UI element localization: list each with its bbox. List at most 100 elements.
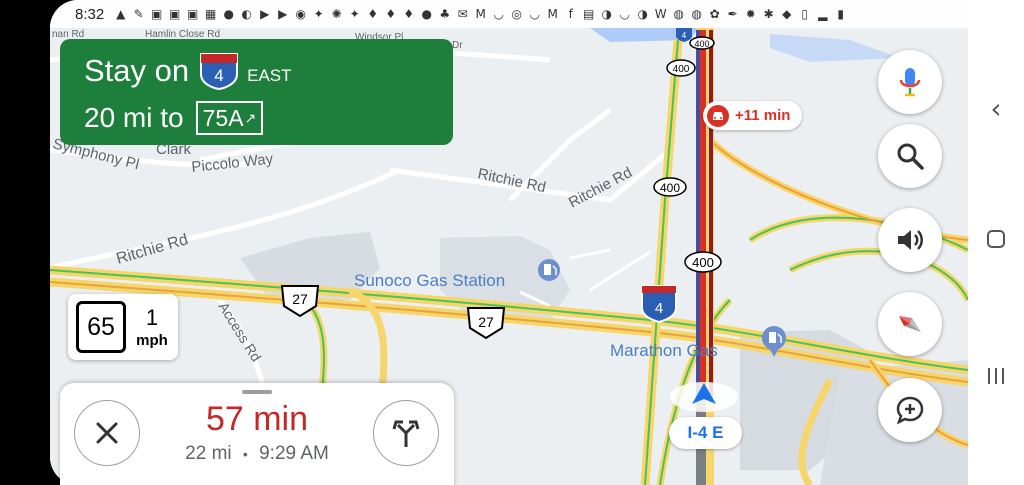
youtube-icon: ▶ bbox=[278, 7, 288, 21]
app-icon: ◉ bbox=[295, 7, 306, 21]
svg-text:400: 400 bbox=[692, 255, 714, 270]
current-speed: 1 bbox=[145, 305, 159, 330]
c-icon: ◐ bbox=[241, 7, 252, 21]
feather-icon: ✒ bbox=[727, 7, 738, 21]
add-report-icon bbox=[896, 396, 924, 425]
voice-search-button[interactable] bbox=[878, 50, 942, 114]
twitter-icon: ✦ bbox=[313, 7, 324, 21]
arrival-time: 9:29 AM bbox=[259, 443, 329, 464]
speed-indicator: 65 1 mph bbox=[68, 294, 178, 360]
vibrate-icon: ▯ bbox=[801, 7, 808, 21]
interstate-shield-icon: 4 bbox=[200, 53, 239, 90]
back-icon[interactable]: ‹ bbox=[968, 92, 1024, 125]
word-icon: ▣ bbox=[169, 7, 181, 21]
speed-limit-sign: 65 bbox=[76, 301, 126, 353]
sound-button[interactable] bbox=[878, 208, 942, 272]
smile-icon: ◡ bbox=[529, 7, 540, 21]
exit-navigation-button[interactable] bbox=[74, 400, 140, 466]
compass-button[interactable] bbox=[878, 292, 942, 356]
app-icon: ♣ bbox=[439, 7, 451, 21]
flame-icon: ♦ bbox=[403, 7, 415, 21]
word-icon: ▣ bbox=[187, 7, 199, 21]
svg-text:27: 27 bbox=[292, 291, 308, 307]
gmail-icon: M bbox=[547, 7, 558, 21]
chrome-icon: ◍ bbox=[673, 7, 684, 21]
flame-icon: ♦ bbox=[385, 7, 397, 21]
search-icon bbox=[897, 143, 924, 170]
car-icon bbox=[707, 104, 729, 127]
add-report-button[interactable] bbox=[878, 378, 942, 442]
app-icon: ◑ bbox=[601, 7, 612, 21]
exit-arrow-icon: ↗ bbox=[244, 110, 257, 126]
gmail-icon: M bbox=[475, 7, 486, 21]
word-icon: ▣ bbox=[151, 7, 163, 21]
mail-icon: ✉ bbox=[457, 7, 468, 21]
drag-handle[interactable] bbox=[242, 390, 272, 394]
poi-label: Sunoco Gas Station bbox=[354, 271, 505, 290]
trip-distance: 22 mi bbox=[185, 443, 232, 464]
brush-icon: ✎ bbox=[133, 7, 144, 21]
delay-text: +11 min bbox=[735, 107, 791, 124]
instagram-icon: ◎ bbox=[511, 7, 522, 21]
wordpress-icon: W bbox=[654, 7, 667, 21]
facebook-icon: f bbox=[568, 7, 573, 21]
search-button[interactable] bbox=[878, 124, 942, 188]
traffic-delay-badge[interactable]: +11 min bbox=[703, 101, 803, 130]
state-road-shield: 400 bbox=[653, 177, 687, 197]
youtube-icon: ▶ bbox=[260, 7, 270, 21]
pinterest-icon: ● bbox=[223, 7, 234, 21]
status-bar: 8:32 ▲ ✎ ▣ ▣ ▣ ▦ ● ◐ ▶ ▶ ◉ ✦ ✺ ✦ ♦ ♦ ♦ ●… bbox=[50, 0, 968, 28]
svg-text:400: 400 bbox=[694, 39, 709, 49]
smile-icon: ◡ bbox=[493, 7, 504, 21]
location-icon: ◆ bbox=[782, 7, 792, 21]
poi-label: Marathon Gas bbox=[610, 341, 718, 360]
current-location-icon bbox=[670, 382, 738, 412]
trip-summary-card[interactable]: 57 min 22 mi • 9:29 AM bbox=[60, 383, 454, 485]
home-icon[interactable] bbox=[968, 229, 1024, 253]
compass-icon bbox=[899, 316, 921, 332]
app-icon: ▤ bbox=[583, 7, 595, 21]
shield-number: 4 bbox=[214, 66, 223, 85]
separator-dot: • bbox=[242, 446, 248, 462]
direction-text: EAST bbox=[247, 66, 292, 85]
reddit-icon: ● bbox=[421, 7, 432, 21]
signal-icon: ▂ bbox=[818, 7, 828, 21]
system-navigation-bar: ‹ bbox=[968, 0, 1024, 485]
sound-icon bbox=[898, 230, 923, 250]
distance-text: 20 mi to bbox=[84, 102, 184, 133]
current-road-label[interactable]: I-4 E bbox=[669, 417, 742, 449]
trip-duration: 57 min bbox=[205, 400, 309, 438]
state-road-shield: 400 bbox=[666, 59, 696, 77]
gas-pin-icon[interactable] bbox=[538, 259, 560, 281]
app-icon: ✿ bbox=[709, 7, 720, 21]
app-icon: ✺ bbox=[331, 7, 342, 21]
calendar-icon: ▦ bbox=[205, 7, 217, 21]
app-icon: ◑ bbox=[637, 7, 648, 21]
svg-text:27: 27 bbox=[478, 314, 494, 330]
state-road-shield: 400 bbox=[684, 251, 722, 273]
twitter-icon: ✦ bbox=[349, 7, 360, 21]
exit-sign: 75A ↗ bbox=[195, 101, 264, 135]
battery-icon: ▮ bbox=[837, 7, 844, 21]
state-road-shield: 400 bbox=[689, 36, 715, 50]
street-label: Dr bbox=[452, 40, 463, 51]
chrome-icon: ◍ bbox=[691, 7, 702, 21]
app-icon: ✹ bbox=[745, 7, 756, 21]
interstate-shield: 4 bbox=[641, 285, 677, 324]
svg-text:400: 400 bbox=[660, 181, 680, 195]
clock: 8:32 bbox=[75, 5, 105, 23]
svg-text:4: 4 bbox=[682, 31, 687, 40]
svg-text:400: 400 bbox=[673, 64, 690, 75]
alternate-routes-button[interactable] bbox=[373, 400, 439, 466]
smile-icon: ◡ bbox=[619, 7, 630, 21]
nav-instruction-banner[interactable]: Stay on 4 EAST 20 mi to 75A ↗ bbox=[60, 39, 453, 145]
flame-icon: ♦ bbox=[367, 7, 379, 21]
navigation-icon: ▲ bbox=[116, 7, 126, 21]
speed-unit: mph bbox=[136, 332, 168, 349]
recents-icon[interactable] bbox=[968, 366, 1024, 390]
alternate-routes-icon bbox=[392, 420, 420, 447]
trip-details: 22 mi • 9:29 AM bbox=[160, 443, 354, 465]
exit-number: 75A bbox=[202, 105, 244, 131]
instruction-text: Stay on bbox=[84, 53, 190, 88]
microphone-icon bbox=[899, 68, 921, 97]
